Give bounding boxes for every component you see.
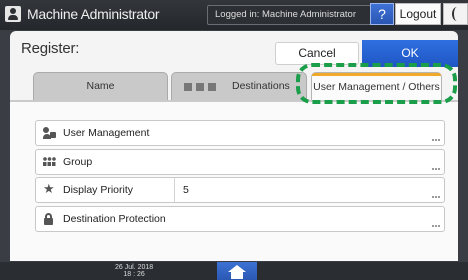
logout-button[interactable]: Logout <box>395 3 441 25</box>
date-time: 26 Jul. 2018 18 : 26 <box>115 264 153 278</box>
group-icon <box>43 156 56 168</box>
time-text: 18 : 26 <box>123 271 145 278</box>
user-icon <box>5 6 21 22</box>
date-text: 26 Jul. 2018 <box>115 264 154 271</box>
tab-highlight-callout <box>296 63 457 104</box>
row-label: Group <box>63 156 93 168</box>
display-priority-value: 5 <box>174 178 189 202</box>
destination-type-icons <box>184 83 218 91</box>
group-row[interactable]: Group <box>35 149 445 175</box>
page-title: Register: <box>21 40 80 57</box>
user-management-row[interactable]: User Management <box>35 120 445 146</box>
star-icon: ★ <box>43 181 55 196</box>
destination-protection-row[interactable]: Destination Protection <box>35 206 445 232</box>
home-button[interactable] <box>217 262 257 280</box>
tab-destinations[interactable]: Destinations <box>171 72 307 100</box>
login-status-text: Logged in: Machine Administrator <box>215 9 356 20</box>
settings-list: User Management Group ★ Display Priority… <box>10 102 458 261</box>
home-icon <box>228 265 246 272</box>
moon-icon <box>452 7 462 21</box>
help-button[interactable]: ? <box>370 3 394 25</box>
more-indicator-icon <box>432 196 440 198</box>
more-indicator-icon <box>432 168 440 170</box>
row-label: Destination Protection <box>63 213 166 225</box>
user-management-icon <box>43 127 56 139</box>
more-indicator-icon <box>432 225 440 227</box>
energy-saver-button[interactable] <box>443 3 468 25</box>
row-label: User Management <box>63 127 150 139</box>
app-title: Machine Administrator <box>27 6 160 22</box>
tab-name[interactable]: Name <box>33 72 168 100</box>
row-label: Display Priority <box>63 184 134 196</box>
lock-icon <box>43 213 56 225</box>
cancel-button[interactable]: Cancel <box>275 42 359 65</box>
display-priority-row[interactable]: ★ Display Priority 5 <box>35 177 445 203</box>
tab-name-label: Name <box>86 80 115 92</box>
tab-destinations-label: Destinations <box>232 80 290 92</box>
login-status[interactable]: Logged in: Machine Administrator <box>207 5 383 25</box>
more-indicator-icon <box>432 139 440 141</box>
top-bar: Machine Administrator Logged in: Machine… <box>0 0 468 30</box>
